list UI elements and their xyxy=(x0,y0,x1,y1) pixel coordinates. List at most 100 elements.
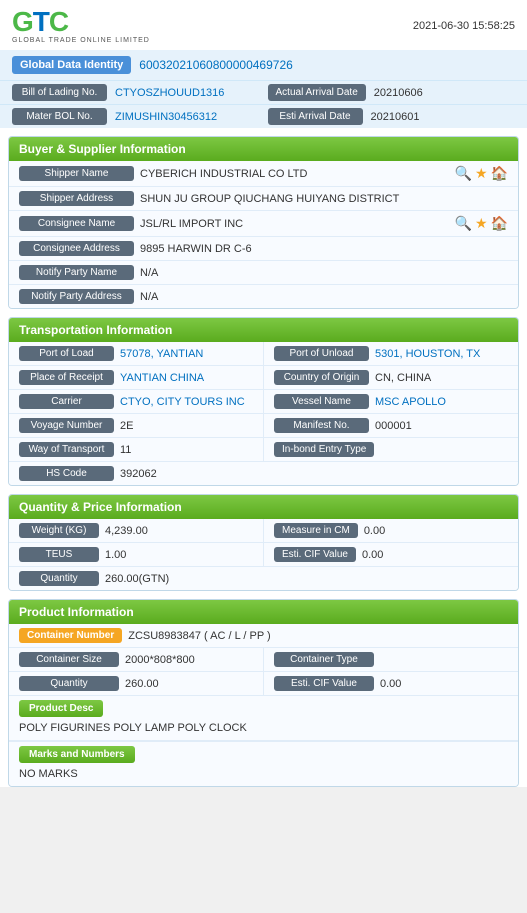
container-number-row: Container Number ZCSU8983847 ( AC / L / … xyxy=(9,624,518,648)
consignee-name-icons: 🔍 ★ 🏠 xyxy=(455,215,508,232)
shipper-address-label: Shipper Address xyxy=(19,191,134,206)
home-icon[interactable]: 🏠 xyxy=(491,165,508,182)
gdi-value: 60032021060800000469726 xyxy=(139,58,293,72)
bill-of-lading-label: Bill of Lading No. xyxy=(12,84,107,101)
container-size-value: 2000*808*800 xyxy=(125,654,253,666)
product-desc-section: Product Desc POLY FIGURINES POLY LAMP PO… xyxy=(9,696,518,742)
product-body: Container Number ZCSU8983847 ( AC / L / … xyxy=(9,624,518,786)
quantity-price-section: Quantity & Price Information Weight (KG)… xyxy=(8,494,519,591)
mater-bol-row: Mater BOL No. ZIMUSHIN30456312 Esti Arri… xyxy=(0,104,527,128)
marks-numbers-button[interactable]: Marks and Numbers xyxy=(19,746,135,763)
header-datetime: 2021-06-30 15:58:25 xyxy=(413,20,515,32)
container-size-row: Container Size 2000*808*800 Container Ty… xyxy=(9,648,518,672)
shipper-address-row: Shipper Address SHUN JU GROUP QIUCHANG H… xyxy=(9,187,518,211)
country-of-origin-value: CN, CHINA xyxy=(375,372,508,384)
teus-value: 1.00 xyxy=(105,549,253,561)
hs-code-value: 392062 xyxy=(120,468,508,480)
port-of-unload-value: 5301, HOUSTON, TX xyxy=(375,348,508,360)
header: GTC GLOBAL TRADE ONLINE LIMITED 2021-06-… xyxy=(0,0,527,50)
logo-subtitle: GLOBAL TRADE ONLINE LIMITED xyxy=(12,37,150,44)
way-of-transport-label: Way of Transport xyxy=(19,442,114,457)
carrier-value: CTYO, CITY TOURS INC xyxy=(120,396,253,408)
shipper-name-value: CYBERICH INDUSTRIAL CO LTD xyxy=(140,168,449,180)
product-quantity-label: Quantity xyxy=(19,676,119,691)
notify-party-address-row: Notify Party Address N/A xyxy=(9,285,518,308)
container-number-button[interactable]: Container Number xyxy=(19,628,122,643)
hs-code-label: HS Code xyxy=(19,466,114,481)
consignee-address-row: Consignee Address 9895 HARWIN DR C-6 xyxy=(9,237,518,261)
country-of-origin-label: Country of Origin xyxy=(274,370,369,385)
port-of-load-label: Port of Load xyxy=(19,346,114,361)
product-desc-text: POLY FIGURINES POLY LAMP POLY CLOCK xyxy=(9,719,518,741)
place-of-receipt-row: Place of Receipt YANTIAN CHINA Country o… xyxy=(9,366,518,390)
product-esti-cif-label: Esti. CIF Value xyxy=(274,676,374,691)
shipper-address-value: SHUN JU GROUP QIUCHANG HUIYANG DISTRICT xyxy=(140,193,508,205)
manifest-no-value: 000001 xyxy=(375,420,508,432)
port-of-unload-label: Port of Unload xyxy=(274,346,369,361)
notify-party-name-row: Notify Party Name N/A xyxy=(9,261,518,285)
quantity-row: Quantity 260.00(GTN) xyxy=(9,567,518,590)
notify-party-address-label: Notify Party Address xyxy=(19,289,134,304)
star-icon[interactable]: ★ xyxy=(475,215,488,232)
product-desc-button[interactable]: Product Desc xyxy=(19,700,103,717)
teus-label: TEUS xyxy=(19,547,99,562)
teus-row: TEUS 1.00 Esti. CIF Value 0.00 xyxy=(9,543,518,567)
consignee-address-value: 9895 HARWIN DR C-6 xyxy=(140,243,508,255)
way-of-transport-value: 11 xyxy=(120,444,253,456)
notify-party-address-value: N/A xyxy=(140,291,508,303)
global-data-identity-row: Global Data Identity 6003202106080000046… xyxy=(0,50,527,80)
esti-cif-value: 0.00 xyxy=(362,549,508,561)
actual-arrival-label: Actual Arrival Date xyxy=(268,84,366,101)
voyage-number-value: 2E xyxy=(120,420,253,432)
bill-of-lading-row: Bill of Lading No. CTYOSZHOUUD1316 Actua… xyxy=(0,80,527,104)
quantity-value: 260.00(GTN) xyxy=(105,573,508,585)
product-header: Product Information xyxy=(9,600,518,624)
consignee-name-row: Consignee Name JSL/RL IMPORT INC 🔍 ★ 🏠 xyxy=(9,211,518,237)
shipper-name-label: Shipper Name xyxy=(19,166,134,181)
container-number-value: ZCSU8983847 ( AC / L / PP ) xyxy=(128,630,270,642)
weight-value: 4,239.00 xyxy=(105,525,253,537)
weight-label: Weight (KG) xyxy=(19,523,99,538)
logo-area: GTC GLOBAL TRADE ONLINE LIMITED xyxy=(12,8,150,44)
shipper-name-row: Shipper Name CYBERICH INDUSTRIAL CO LTD … xyxy=(9,161,518,187)
product-quantity-row: Quantity 260.00 Esti. CIF Value 0.00 xyxy=(9,672,518,696)
transportation-body: Port of Load 57078, YANTIAN Port of Unlo… xyxy=(9,342,518,485)
mater-bol-value: ZIMUSHIN30456312 xyxy=(115,111,260,123)
search-icon[interactable]: 🔍 xyxy=(455,165,472,182)
esti-cif-label: Esti. CIF Value xyxy=(274,547,356,562)
shipper-name-icons: 🔍 ★ 🏠 xyxy=(455,165,508,182)
logo-icon: GTC xyxy=(12,8,68,36)
star-icon[interactable]: ★ xyxy=(475,165,488,182)
home-icon[interactable]: 🏠 xyxy=(491,215,508,232)
vessel-name-label: Vessel Name xyxy=(274,394,369,409)
quantity-price-header: Quantity & Price Information xyxy=(9,495,518,519)
quantity-price-body: Weight (KG) 4,239.00 Measure in CM 0.00 … xyxy=(9,519,518,590)
voyage-number-row: Voyage Number 2E Manifest No. 000001 xyxy=(9,414,518,438)
container-size-label: Container Size xyxy=(19,652,119,667)
transportation-header: Transportation Information xyxy=(9,318,518,342)
buyer-supplier-section: Buyer & Supplier Information Shipper Nam… xyxy=(8,136,519,309)
quantity-label: Quantity xyxy=(19,571,99,586)
product-section: Product Information Container Number ZCS… xyxy=(8,599,519,787)
weight-row: Weight (KG) 4,239.00 Measure in CM 0.00 xyxy=(9,519,518,543)
manifest-no-label: Manifest No. xyxy=(274,418,369,433)
notify-party-name-value: N/A xyxy=(140,267,508,279)
hs-code-row: HS Code 392062 xyxy=(9,462,518,485)
consignee-name-value: JSL/RL IMPORT INC xyxy=(140,218,449,230)
container-type-label: Container Type xyxy=(274,652,374,667)
measure-cm-value: 0.00 xyxy=(364,525,508,537)
port-of-load-value: 57078, YANTIAN xyxy=(120,348,253,360)
carrier-row: Carrier CTYO, CITY TOURS INC Vessel Name… xyxy=(9,390,518,414)
voyage-number-label: Voyage Number xyxy=(19,418,114,433)
mater-bol-label: Mater BOL No. xyxy=(12,108,107,125)
consignee-address-label: Consignee Address xyxy=(19,241,134,256)
search-icon[interactable]: 🔍 xyxy=(455,215,472,232)
vessel-name-value: MSC APOLLO xyxy=(375,396,508,408)
transportation-section: Transportation Information Port of Load … xyxy=(8,317,519,486)
port-of-load-row: Port of Load 57078, YANTIAN Port of Unlo… xyxy=(9,342,518,366)
actual-arrival-value: 20210606 xyxy=(374,87,515,99)
way-of-transport-row: Way of Transport 11 In-bond Entry Type xyxy=(9,438,518,462)
buyer-supplier-header: Buyer & Supplier Information xyxy=(9,137,518,161)
consignee-name-label: Consignee Name xyxy=(19,216,134,231)
carrier-label: Carrier xyxy=(19,394,114,409)
